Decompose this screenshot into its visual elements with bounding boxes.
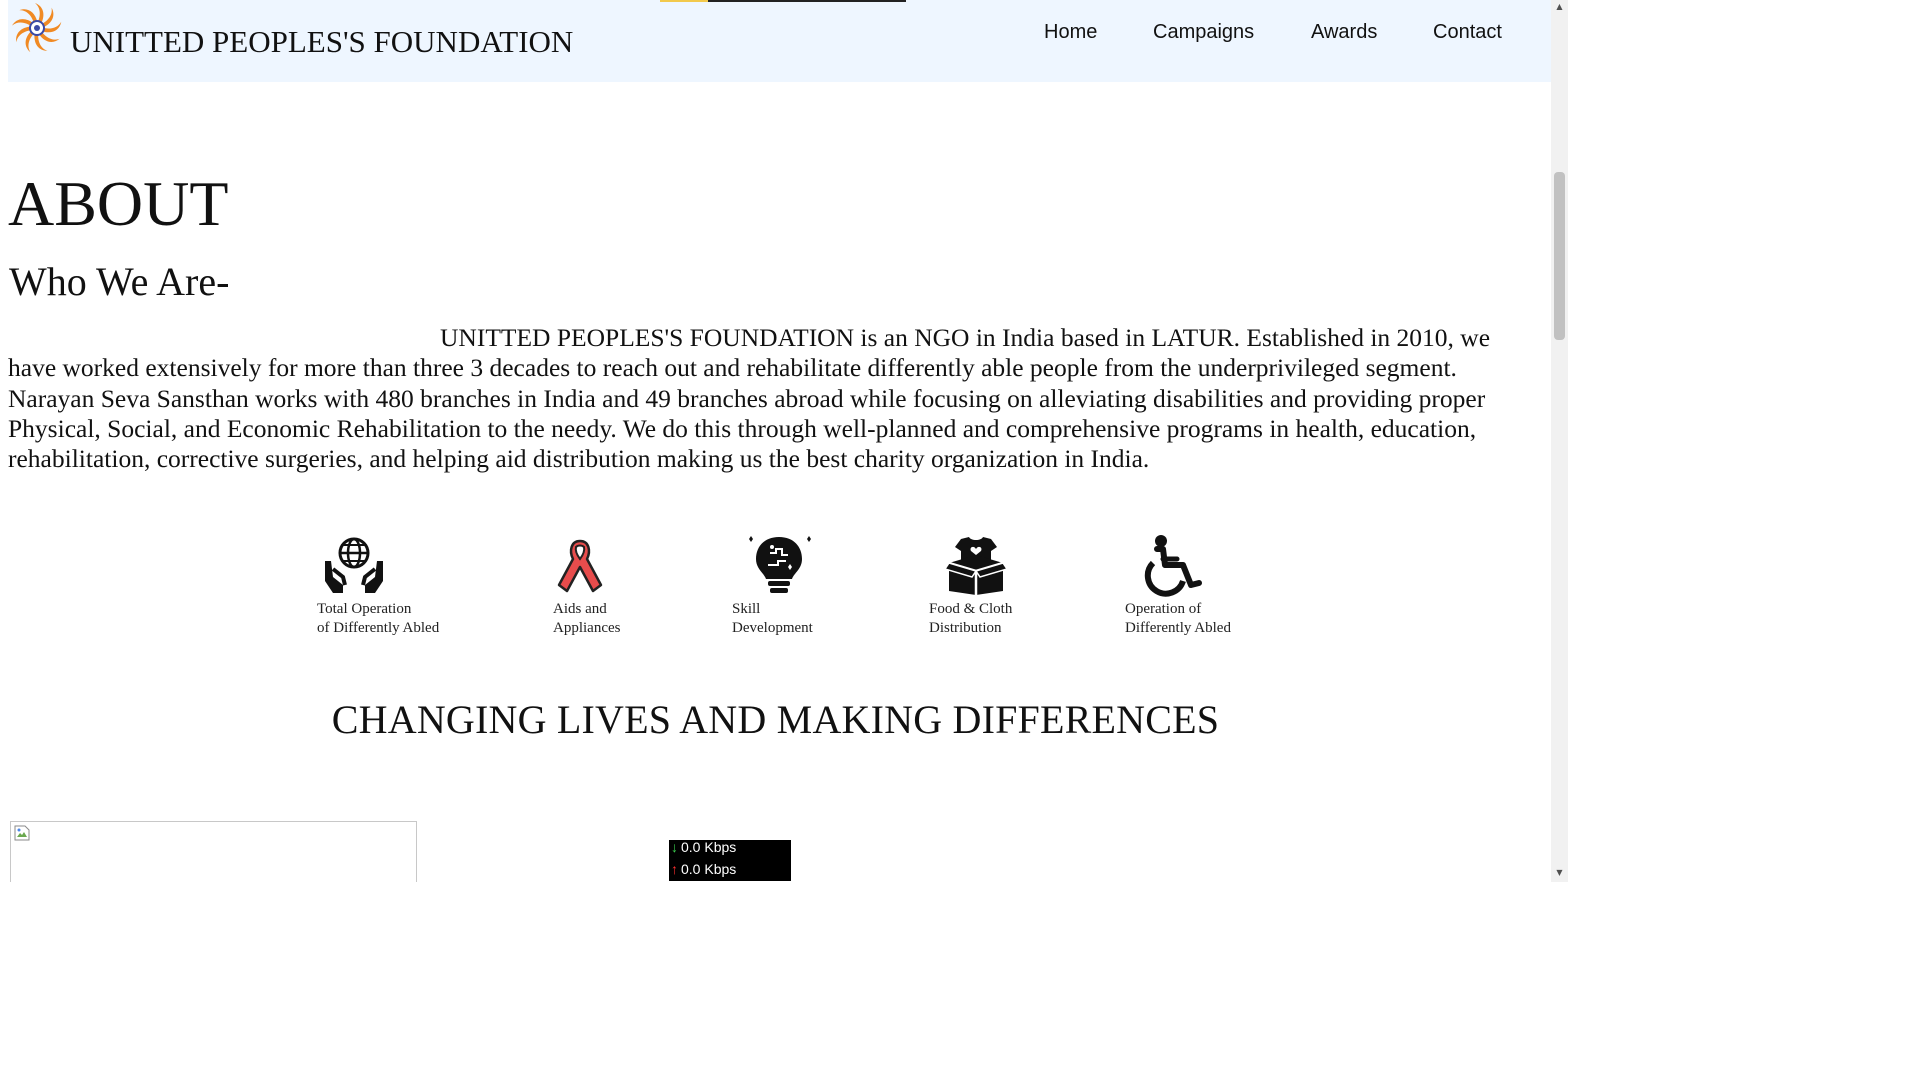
download-speed: ↓ 0.0 Kbps [671,839,737,855]
awareness-ribbon-icon [547,533,613,597]
about-paragraph: UNITTED PEOPLES'S FOUNDATION is an NGO i… [8,323,1491,474]
nav-contact-link[interactable]: Contact [1433,19,1502,45]
nav-campaigns-link[interactable]: Campaigns [1153,19,1254,45]
top-accent-bar-dark [708,0,906,2]
network-speed-meter: ↓ 0.0 Kbps ↑ 0.0 Kbps [669,839,791,881]
sun-spiral-logo-icon[interactable] [11,2,63,54]
scroll-down-arrow-icon[interactable]: ▼ [1551,866,1568,880]
broken-image-icon [14,825,30,841]
nav-home-link[interactable]: Home [1044,19,1097,45]
scrollbar-thumb[interactable] [1554,172,1565,340]
broken-image-placeholder [10,821,417,882]
upload-arrow-icon: ↑ [671,861,678,877]
site-title: UNITTED PEOPLES'S FOUNDATION [70,24,574,59]
changing-lives-heading: CHANGING LIVES AND MAKING DIFFERENCES [331,697,1220,742]
puzzle-lightbulb-icon [746,533,812,597]
download-arrow-icon: ↓ [671,839,678,855]
feature-caption: Food & Cloth Distribution [929,601,1013,636]
nav-awards-link[interactable]: Awards [1311,19,1377,45]
top-accent-bar [660,0,708,2]
feature-caption: Operation of Differently Abled [1125,601,1231,636]
globe-in-hands-icon [319,533,385,597]
page: UNITTED PEOPLES'S FOUNDATION Home Campai… [0,0,1568,882]
feature-caption: Total Operation of Differently Abled [317,601,440,636]
feature-caption: Skill Development [732,601,813,636]
who-we-are-heading: Who We Are- [9,259,230,304]
vertical-scrollbar[interactable]: ▲ ▼ [1551,0,1568,882]
upload-speed: ↑ 0.0 Kbps [671,861,737,877]
scroll-up-arrow-icon[interactable]: ▲ [1551,0,1568,14]
wheelchair-icon [1141,533,1207,597]
about-heading: ABOUT [8,168,229,239]
donation-box-icon [943,533,1009,597]
site-header: UNITTED PEOPLES'S FOUNDATION Home Campai… [8,0,1551,82]
feature-caption: Aids and Appliances [553,601,621,636]
